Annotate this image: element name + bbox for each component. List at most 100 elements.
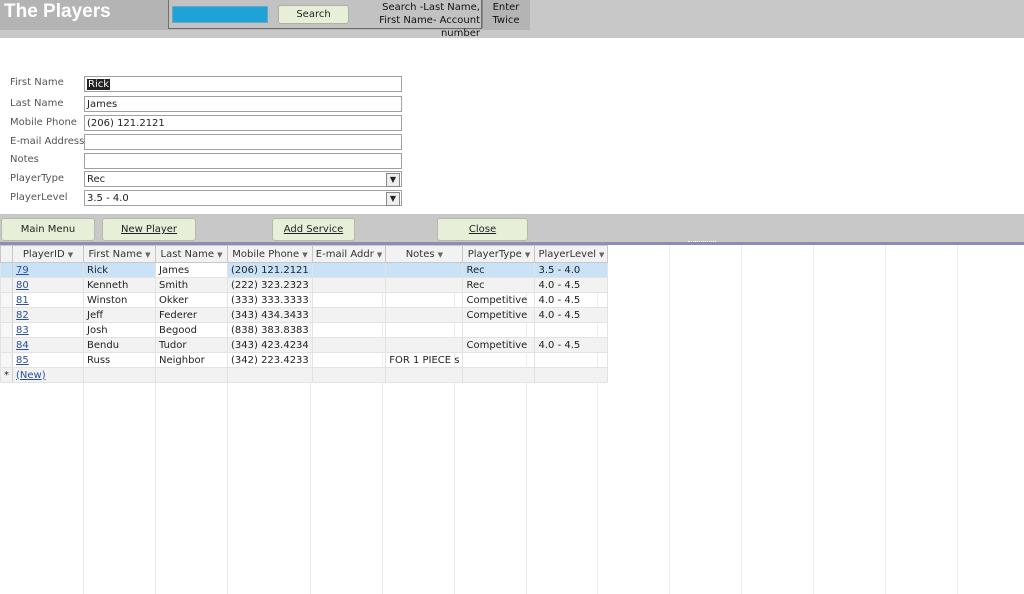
table-cell[interactable]: Smith bbox=[155, 277, 228, 293]
table-cell[interactable]: 81 bbox=[12, 292, 84, 308]
player-id-link[interactable]: 80 bbox=[16, 280, 29, 291]
table-cell[interactable]: Competitive bbox=[462, 292, 536, 308]
table-cell[interactable] bbox=[462, 352, 536, 368]
table-cell[interactable] bbox=[311, 262, 387, 278]
chevron-down-icon[interactable]: ▼ bbox=[386, 192, 400, 206]
table-cell[interactable] bbox=[311, 322, 387, 338]
player-id-link[interactable]: 85 bbox=[16, 355, 29, 366]
row-selector[interactable] bbox=[0, 352, 13, 368]
table-cell[interactable]: Rec bbox=[462, 277, 536, 293]
table-row[interactable]: 80 Kenneth Smith (222) 323.2323 Rec 4.0 … bbox=[0, 277, 609, 293]
select-all-cell[interactable] bbox=[0, 245, 13, 263]
table-row[interactable]: 83 Josh Begood (838) 383.8383 bbox=[0, 322, 609, 338]
table-cell[interactable]: (343) 423.4234 bbox=[227, 337, 313, 353]
notes-field[interactable] bbox=[84, 153, 402, 169]
table-cell[interactable]: Winston bbox=[83, 292, 156, 308]
chevron-down-icon[interactable]: ▼ bbox=[386, 173, 400, 187]
table-cell[interactable] bbox=[534, 322, 609, 338]
table-row[interactable]: 81 Winston Okker (333) 333.3333 Competit… bbox=[0, 292, 609, 308]
player-id-link[interactable]: 82 bbox=[16, 310, 29, 321]
main-menu-button[interactable]: Main Menu bbox=[1, 218, 95, 241]
table-cell[interactable]: (342) 223.4233 bbox=[227, 352, 313, 368]
table-cell[interactable]: 82 bbox=[12, 307, 84, 323]
row-selector[interactable] bbox=[0, 307, 13, 323]
chevron-down-icon[interactable]: ▼ bbox=[145, 251, 150, 259]
table-cell[interactable]: Kenneth bbox=[83, 277, 156, 293]
table-cell[interactable] bbox=[385, 262, 464, 278]
mobile-phone-field[interactable]: (206) 121.2121 bbox=[84, 115, 402, 131]
first-name-field[interactable]: Rick bbox=[84, 76, 402, 92]
table-cell[interactable]: Rec bbox=[462, 262, 536, 278]
table-cell[interactable]: 3.5 - 4.0 bbox=[534, 262, 609, 278]
table-cell[interactable]: 4.0 - 4.5 bbox=[534, 277, 609, 293]
last-name-field[interactable]: James bbox=[84, 96, 402, 112]
table-cell[interactable] bbox=[462, 322, 536, 338]
column-header[interactable]: E-mail Addr ▼ bbox=[311, 245, 387, 263]
search-button[interactable]: Search bbox=[278, 5, 349, 24]
column-header[interactable]: PlayerLevel ▼ bbox=[534, 245, 609, 263]
chevron-down-icon[interactable]: ▼ bbox=[377, 251, 382, 259]
column-header[interactable]: Mobile Phone ▼ bbox=[227, 245, 313, 263]
new-record-row[interactable]: * (New) bbox=[0, 367, 609, 383]
table-cell[interactable]: Russ bbox=[83, 352, 156, 368]
table-cell[interactable] bbox=[155, 367, 228, 383]
table-cell[interactable]: (New) bbox=[12, 367, 84, 383]
table-cell[interactable] bbox=[311, 307, 387, 323]
email-field[interactable] bbox=[84, 134, 402, 150]
table-cell[interactable]: (333) 333.3333 bbox=[227, 292, 313, 308]
new-record-marker[interactable]: * bbox=[0, 367, 13, 383]
table-cell[interactable]: Bendu bbox=[83, 337, 156, 353]
table-cell[interactable] bbox=[385, 292, 464, 308]
table-cell[interactable]: (838) 383.8383 bbox=[227, 322, 313, 338]
close-button[interactable]: Close bbox=[437, 218, 528, 241]
table-cell[interactable]: Competitive bbox=[462, 307, 536, 323]
table-cell[interactable]: Josh bbox=[83, 322, 156, 338]
table-cell[interactable] bbox=[311, 352, 387, 368]
table-cell[interactable]: Begood bbox=[155, 322, 228, 338]
table-row[interactable]: 85 Russ Neighbor (342) 223.4233 FOR 1 PI… bbox=[0, 352, 609, 368]
player-id-link[interactable]: 83 bbox=[16, 325, 29, 336]
table-cell[interactable]: 84 bbox=[12, 337, 84, 353]
column-header[interactable]: PlayerType ▼ bbox=[462, 245, 536, 263]
chevron-down-icon[interactable]: ▼ bbox=[599, 251, 604, 259]
table-cell[interactable] bbox=[311, 292, 387, 308]
table-cell[interactable]: 4.0 - 4.5 bbox=[534, 337, 609, 353]
table-row[interactable]: 82 Jeff Federer (343) 434.3433 Competiti… bbox=[0, 307, 609, 323]
table-cell[interactable]: Rick bbox=[83, 262, 156, 278]
row-selector[interactable] bbox=[0, 277, 13, 293]
table-cell[interactable]: Competitive bbox=[462, 337, 536, 353]
table-cell[interactable]: 79 bbox=[12, 262, 84, 278]
row-selector[interactable] bbox=[0, 322, 13, 338]
new-record-label[interactable]: (New) bbox=[16, 370, 46, 381]
table-cell[interactable] bbox=[311, 367, 387, 383]
table-cell[interactable]: (343) 434.3433 bbox=[227, 307, 313, 323]
table-cell[interactable] bbox=[385, 322, 464, 338]
player-id-link[interactable]: 84 bbox=[16, 340, 29, 351]
table-cell[interactable]: Tudor bbox=[155, 337, 228, 353]
table-cell[interactable] bbox=[385, 367, 464, 383]
table-cell[interactable]: Federer bbox=[155, 307, 228, 323]
table-cell[interactable] bbox=[534, 367, 609, 383]
table-cell[interactable] bbox=[311, 337, 387, 353]
row-selector[interactable] bbox=[0, 292, 13, 308]
row-selector[interactable] bbox=[0, 337, 13, 353]
table-row[interactable]: 84 Bendu Tudor (343) 423.4234 Competitiv… bbox=[0, 337, 609, 353]
table-cell[interactable]: Neighbor bbox=[155, 352, 228, 368]
column-header[interactable]: Notes ▼ bbox=[385, 245, 464, 263]
chevron-down-icon[interactable]: ▼ bbox=[438, 251, 443, 259]
table-cell[interactable] bbox=[227, 367, 313, 383]
table-row[interactable]: 79 Rick James (206) 121.2121 Rec 3.5 - 4… bbox=[0, 262, 609, 278]
table-cell[interactable]: 80 bbox=[12, 277, 84, 293]
table-cell[interactable] bbox=[462, 367, 536, 383]
column-header[interactable]: PlayerID ▼ bbox=[12, 245, 84, 263]
player-id-link[interactable]: 79 bbox=[16, 265, 29, 276]
table-cell[interactable]: FOR 1 PIECE s bbox=[385, 352, 464, 368]
table-cell[interactable] bbox=[534, 352, 609, 368]
table-cell[interactable] bbox=[83, 367, 156, 383]
column-header[interactable]: First Name ▼ bbox=[83, 245, 156, 263]
add-service-button[interactable]: Add Service bbox=[272, 218, 355, 241]
table-cell[interactable]: 4.0 - 4.5 bbox=[534, 292, 609, 308]
player-id-link[interactable]: 81 bbox=[16, 295, 29, 306]
chevron-down-icon[interactable]: ▼ bbox=[302, 251, 307, 259]
row-selector[interactable] bbox=[0, 262, 13, 278]
